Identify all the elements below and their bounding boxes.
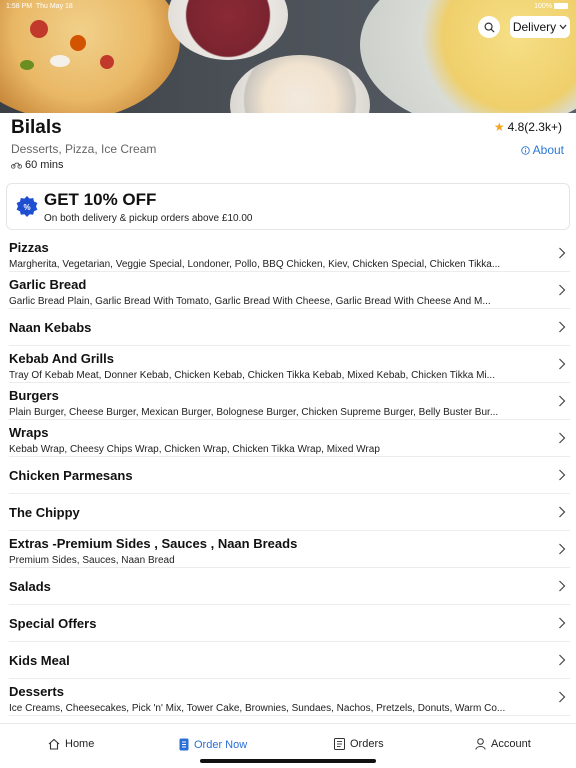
- menu-category-items: Premium Sides, Sauces, Naan Bread: [9, 555, 175, 566]
- menu-category-row[interactable]: Special Offers: [9, 605, 570, 642]
- nav-order-now-label: Order Now: [194, 738, 248, 751]
- status-battery: 100%: [534, 3, 552, 10]
- menu-category-name: Pizzas: [9, 240, 49, 255]
- star-icon: ★: [493, 120, 505, 134]
- delivery-mode-select[interactable]: Delivery: [510, 16, 570, 38]
- info-icon: [520, 145, 530, 155]
- offer-title: GET 10% OFF: [44, 190, 157, 209]
- status-time: 1:58 PM: [6, 3, 33, 10]
- chevron-right-icon: [559, 691, 566, 703]
- home-icon: [48, 738, 60, 750]
- menu-category-name: Desserts: [9, 684, 64, 699]
- menu-category-row[interactable]: Chicken Parmesans: [9, 457, 570, 494]
- menu-category-row[interactable]: Kids Meal: [9, 642, 570, 679]
- menu-category-items: Garlic Bread Plain, Garlic Bread With To…: [9, 296, 491, 307]
- nav-account[interactable]: Account: [475, 738, 531, 750]
- nav-orders[interactable]: Orders: [334, 738, 384, 750]
- search-icon: [484, 22, 495, 33]
- delivery-time-value: 60 mins: [25, 159, 64, 171]
- menu-category-row[interactable]: Burgers Plain Burger, Cheese Burger, Mexi…: [9, 383, 570, 420]
- offer-subtitle: On both delivery & pickup orders above £…: [44, 213, 253, 224]
- menu-category-row[interactable]: Garlic Bread Garlic Bread Plain, Garlic B…: [9, 272, 570, 309]
- restaurant-rating: ★ 4.8(2.3k+): [494, 120, 562, 134]
- menu-category-row[interactable]: Naan Kebabs: [9, 309, 570, 346]
- menu-category-name: Kebab And Grills: [9, 351, 114, 366]
- menu-category-name: Wraps: [9, 425, 49, 440]
- menu-category-list: Pizzas Margherita, Vegetarian, Veggie Spe…: [0, 235, 576, 716]
- menu-category-row[interactable]: The Chippy: [9, 494, 570, 531]
- menu-category-row[interactable]: Salads: [9, 568, 570, 605]
- battery-icon: [554, 3, 568, 10]
- menu-category-row[interactable]: Extras -Premium Sides , Sauces , Naan Br…: [9, 531, 570, 568]
- dessert-bowl-image: [230, 55, 370, 113]
- delivery-time: 60 mins: [11, 159, 64, 171]
- menu-category-row[interactable]: Pizzas Margherita, Vegetarian, Veggie Spe…: [9, 235, 570, 272]
- chevron-right-icon: [559, 506, 566, 518]
- nav-order-now[interactable]: Order Now: [179, 738, 247, 751]
- menu-category-items: Ice Creams, Cheesecakes, Pick 'n' Mix, T…: [9, 703, 506, 714]
- chevron-right-icon: [559, 469, 566, 481]
- home-indicator: [200, 759, 376, 763]
- receipt-icon: [334, 738, 345, 750]
- chevron-down-icon: [559, 24, 567, 30]
- nav-home[interactable]: Home: [48, 738, 94, 750]
- search-button[interactable]: [478, 16, 500, 38]
- chevron-right-icon: [559, 617, 566, 629]
- menu-category-name: Naan Kebabs: [9, 320, 92, 335]
- menu-category-name: Kids Meal: [9, 653, 70, 668]
- menu-category-name: Salads: [9, 579, 51, 594]
- delivery-mode-label: Delivery: [512, 20, 557, 34]
- about-link[interactable]: About: [520, 143, 564, 157]
- person-icon: [475, 738, 486, 750]
- restaurant-cuisines: Desserts, Pizza, Ice Cream: [11, 142, 157, 156]
- offer-card[interactable]: % GET 10% OFF On both delivery & pickup …: [6, 183, 570, 230]
- chevron-right-icon: [559, 432, 566, 444]
- menu-category-name: Extras -Premium Sides , Sauces , Naan Br…: [9, 536, 298, 551]
- menu-category-row[interactable]: Desserts Ice Creams, Cheesecakes, Pick 'n…: [9, 679, 570, 716]
- menu-category-name: Garlic Bread: [9, 277, 87, 292]
- menu-category-name: The Chippy: [9, 505, 80, 520]
- menu-category-name: Chicken Parmesans: [9, 468, 133, 483]
- chevron-right-icon: [559, 247, 566, 259]
- hero-banner: 1:58 PM Thu May 18 100% Delivery: [0, 0, 576, 113]
- nav-orders-label: Orders: [350, 738, 384, 750]
- nav-home-label: Home: [65, 738, 95, 750]
- menu-category-items: Margherita, Vegetarian, Veggie Special, …: [9, 259, 501, 270]
- menu-category-row[interactable]: Kebab And Grills Tray Of Kebab Meat, Donn…: [9, 346, 570, 383]
- nav-account-label: Account: [491, 738, 531, 750]
- status-bar-left: 1:58 PM Thu May 18: [6, 3, 73, 10]
- about-label: About: [532, 143, 564, 157]
- chevron-right-icon: [559, 358, 566, 370]
- menu-category-name: Special Offers: [9, 616, 97, 631]
- chevron-right-icon: [559, 321, 566, 333]
- status-date: Thu May 18: [35, 3, 73, 10]
- chevron-right-icon: [559, 395, 566, 407]
- menu-category-items: Kebab Wrap, Cheesy Chips Wrap, Chicken W…: [9, 444, 380, 455]
- restaurant-name: Bilals: [11, 117, 62, 138]
- menu-book-icon: [179, 738, 189, 751]
- menu-category-items: Tray Of Kebab Meat, Donner Kebab, Chicke…: [9, 370, 495, 381]
- discount-badge-icon: %: [16, 196, 38, 217]
- menu-category-items: Plain Burger, Cheese Burger, Mexican Bur…: [9, 407, 499, 418]
- pizza-image: [0, 0, 180, 113]
- chevron-right-icon: [559, 580, 566, 592]
- chevron-right-icon: [559, 654, 566, 666]
- svg-text:%: %: [23, 203, 30, 212]
- bike-icon: [11, 162, 22, 169]
- rating-value: 4.8(2.3k+): [507, 120, 562, 134]
- chevron-right-icon: [559, 543, 566, 555]
- chevron-right-icon: [559, 284, 566, 296]
- menu-category-row[interactable]: Wraps Kebab Wrap, Cheesy Chips Wrap, Chic…: [9, 420, 570, 457]
- menu-category-name: Burgers: [9, 388, 59, 403]
- status-bar-right: 100%: [534, 3, 568, 10]
- ice-cream-bowl-image: [168, 0, 288, 60]
